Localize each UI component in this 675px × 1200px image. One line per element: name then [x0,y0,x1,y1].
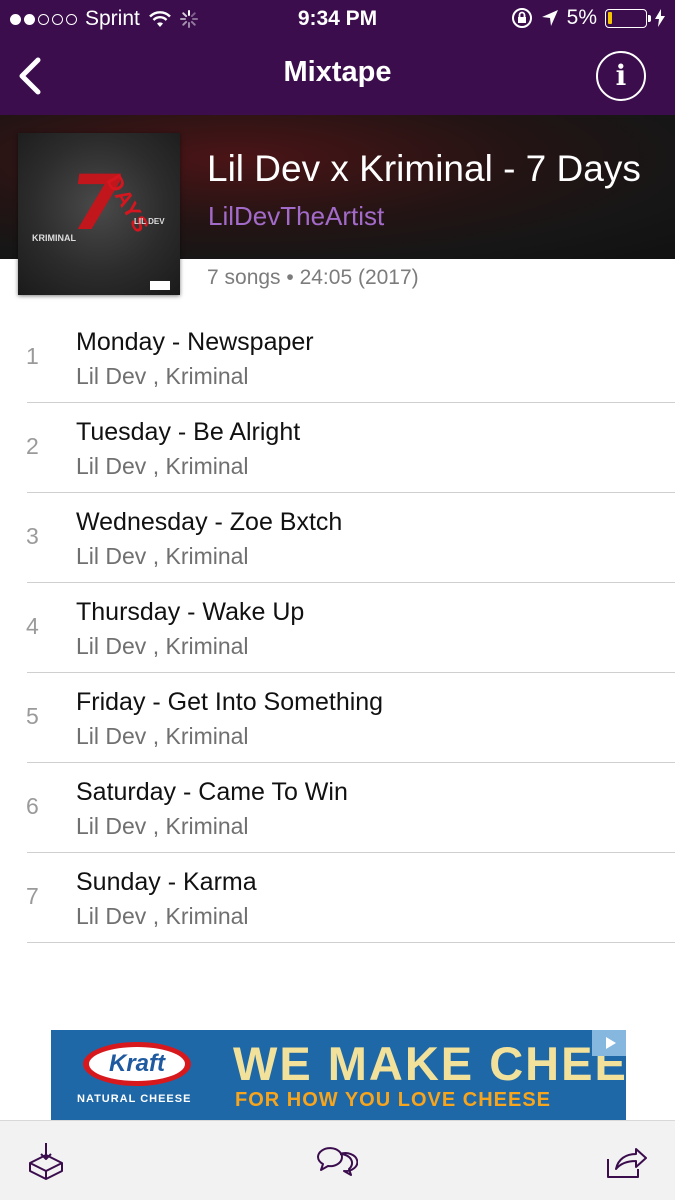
song-title: Sunday - Karma [76,868,257,896]
song-title: Saturday - Came To Win [76,778,348,806]
song-row[interactable]: 1 Monday - Newspaper Lil Dev , Kriminal [0,313,675,403]
song-title: Wednesday - Zoe Bxtch [76,508,343,536]
explicit-badge [150,281,170,290]
song-artist: Lil Dev , Kriminal [76,363,249,389]
track-number: 2 [26,433,39,459]
cover-left-name: KRIMINAL [32,233,76,243]
track-number: 7 [26,883,39,909]
ad-brand-sub: NATURAL CHEESE [77,1093,192,1105]
ad-tagline: FOR HOW YOU LOVE CHEESE [235,1089,551,1111]
song-title: Tuesday - Be Alright [76,418,301,446]
track-number: 4 [26,613,39,639]
album-title: Lil Dev x Kriminal - 7 Days [207,148,641,189]
ad-banner[interactable]: Kraft NATURAL CHEESE WE MAKE CHEESE FOR … [51,1030,626,1120]
battery-percent: 5% [566,6,597,29]
charging-bolt-icon [655,9,665,27]
song-artist: Lil Dev , Kriminal [76,543,249,569]
adchoices-icon[interactable] [592,1030,626,1056]
song-title: Monday - Newspaper [76,328,314,356]
song-artist: Lil Dev , Kriminal [76,453,249,479]
battery-icon [605,8,651,28]
song-title: Thursday - Wake Up [76,598,305,626]
status-right: 5% [511,6,665,30]
row-divider [27,942,675,943]
song-row[interactable]: 2 Tuesday - Be Alright Lil Dev , Kriminal [0,403,675,493]
info-button[interactable]: i [596,51,646,101]
location-arrow-icon [541,10,558,26]
track-number: 6 [26,793,39,819]
chat-bubbles-icon[interactable] [314,1139,358,1183]
song-artist: Lil Dev , Kriminal [76,903,249,929]
track-number: 1 [26,343,39,369]
song-row[interactable]: 7 Sunday - Karma Lil Dev , Kriminal [0,853,675,943]
bottom-toolbar [0,1120,675,1200]
album-cover[interactable]: 7 DAYS KRIMINAL LIL DEV [18,133,180,295]
song-row[interactable]: 4 Thursday - Wake Up Lil Dev , Kriminal [0,583,675,673]
song-row[interactable]: 5 Friday - Get Into Something Lil Dev , Kr… [0,673,675,763]
ad-brand: Kraft [108,1050,165,1077]
cover-right-name: LIL DEV [134,217,165,226]
ad-headline: WE MAKE CHEESE [233,1037,626,1090]
album-artist-link[interactable]: LilDevTheArtist [208,201,384,232]
download-box-icon[interactable] [24,1139,68,1183]
share-icon[interactable] [604,1139,648,1183]
nav-title: Mixtape [283,56,392,88]
album-meta: 7 songs • 24:05 (2017) [207,266,419,289]
song-artist: Lil Dev , Kriminal [76,813,249,839]
song-title: Friday - Get Into Something [76,688,384,716]
top-bar: Sprint 9:34 PM 5% Mixtape i [0,0,675,115]
status-bar: Sprint 9:34 PM 5% [0,0,675,38]
song-row[interactable]: 3 Wednesday - Zoe Bxtch Lil Dev , Kriminal [0,493,675,583]
song-artist: Lil Dev , Kriminal [76,723,249,749]
track-number: 3 [26,523,39,549]
track-number: 5 [26,703,39,729]
rotation-lock-icon [511,8,532,28]
song-row[interactable]: 6 Saturday - Came To Win Lil Dev , Krimina… [0,763,675,853]
kraft-logo: Kraft [83,1042,191,1086]
song-artist: Lil Dev , Kriminal [76,633,249,659]
